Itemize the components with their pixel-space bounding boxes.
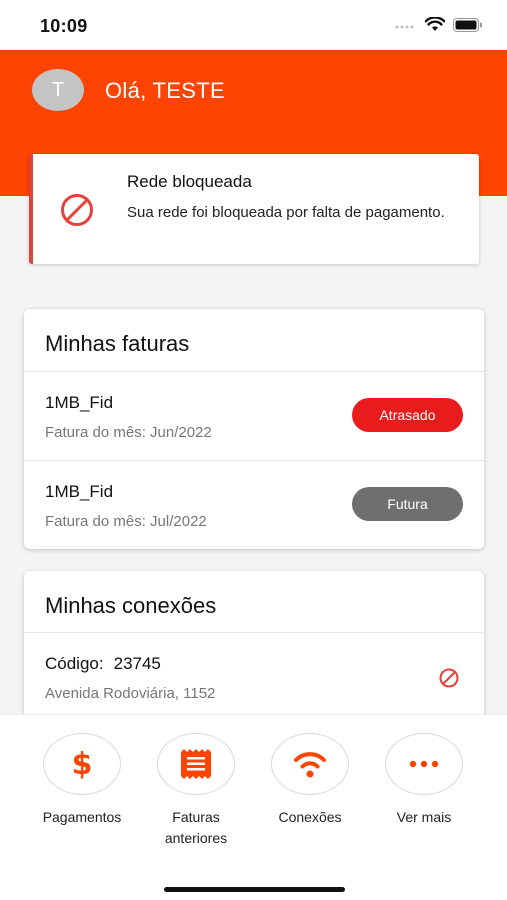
more-dots-icon: [409, 760, 439, 768]
home-indicator: [164, 887, 345, 892]
avatar[interactable]: T: [32, 69, 84, 111]
invoices-card: Minhas faturas 1MB_Fid Fatura do mês: Ju…: [24, 309, 484, 549]
wifi-icon: [294, 752, 326, 778]
bottom-nav: $ Pagamentos Faturas anteriores Conexões: [0, 714, 507, 900]
nav-button[interactable]: [157, 733, 235, 795]
connections-title: Minhas conexões: [45, 593, 217, 618]
nav-ver-mais[interactable]: Ver mais: [367, 733, 481, 828]
connection-code-label: Código:: [45, 654, 104, 673]
blocked-icon: [61, 194, 93, 226]
connection-address: Avenida Rodoviária, 1152: [45, 685, 216, 702]
wifi-status-icon: [425, 17, 445, 31]
alert-title: Rede bloqueada: [127, 172, 252, 191]
avatar-initial: T: [51, 78, 65, 101]
invoice-month: Fatura do mês: Jul/2022: [45, 513, 207, 530]
status-icons: [395, 17, 483, 32]
invoices-title: Minhas faturas: [45, 331, 190, 356]
status-time: 10:09: [40, 16, 88, 36]
invoice-plan: 1MB_Fid: [45, 393, 114, 412]
nav-label: Pagamentos: [42, 809, 122, 825]
status-badge-late[interactable]: Atrasado: [352, 398, 463, 432]
alert-message: Sua rede foi bloqueada por falta de paga…: [127, 204, 445, 221]
dollar-icon: $: [71, 746, 93, 782]
divider: [24, 632, 484, 633]
invoice-month: Fatura do mês: Jun/2022: [45, 424, 212, 441]
blocked-icon: [439, 668, 459, 688]
connection-code: Código: 23745: [45, 654, 161, 674]
network-blocked-alert: Rede bloqueada Sua rede foi bloqueada po…: [29, 154, 479, 264]
nav-button[interactable]: [385, 733, 463, 795]
nav-label: Faturas anteriores: [164, 809, 228, 846]
nav-label: Ver mais: [396, 809, 452, 825]
nav-label: Conexões: [278, 809, 342, 825]
divider: [24, 460, 484, 461]
connection-code-value: 23745: [113, 654, 161, 673]
invoice-plan: 1MB_Fid: [45, 482, 114, 501]
status-bar: 10:09: [0, 0, 507, 50]
nav-faturas-anteriores[interactable]: Faturas anteriores: [139, 733, 253, 849]
divider: [24, 371, 484, 372]
nav-conexoes[interactable]: Conexões: [253, 733, 367, 828]
receipt-icon: [181, 749, 211, 779]
status-badge-future[interactable]: Futura: [352, 487, 463, 521]
nav-pagamentos[interactable]: $ Pagamentos: [25, 733, 139, 828]
cellular-signal-icon: [395, 25, 414, 28]
nav-button[interactable]: [271, 733, 349, 795]
nav-button[interactable]: $: [43, 733, 121, 795]
greeting-text: Olá, TESTE: [105, 78, 225, 103]
battery-icon: [453, 17, 482, 32]
